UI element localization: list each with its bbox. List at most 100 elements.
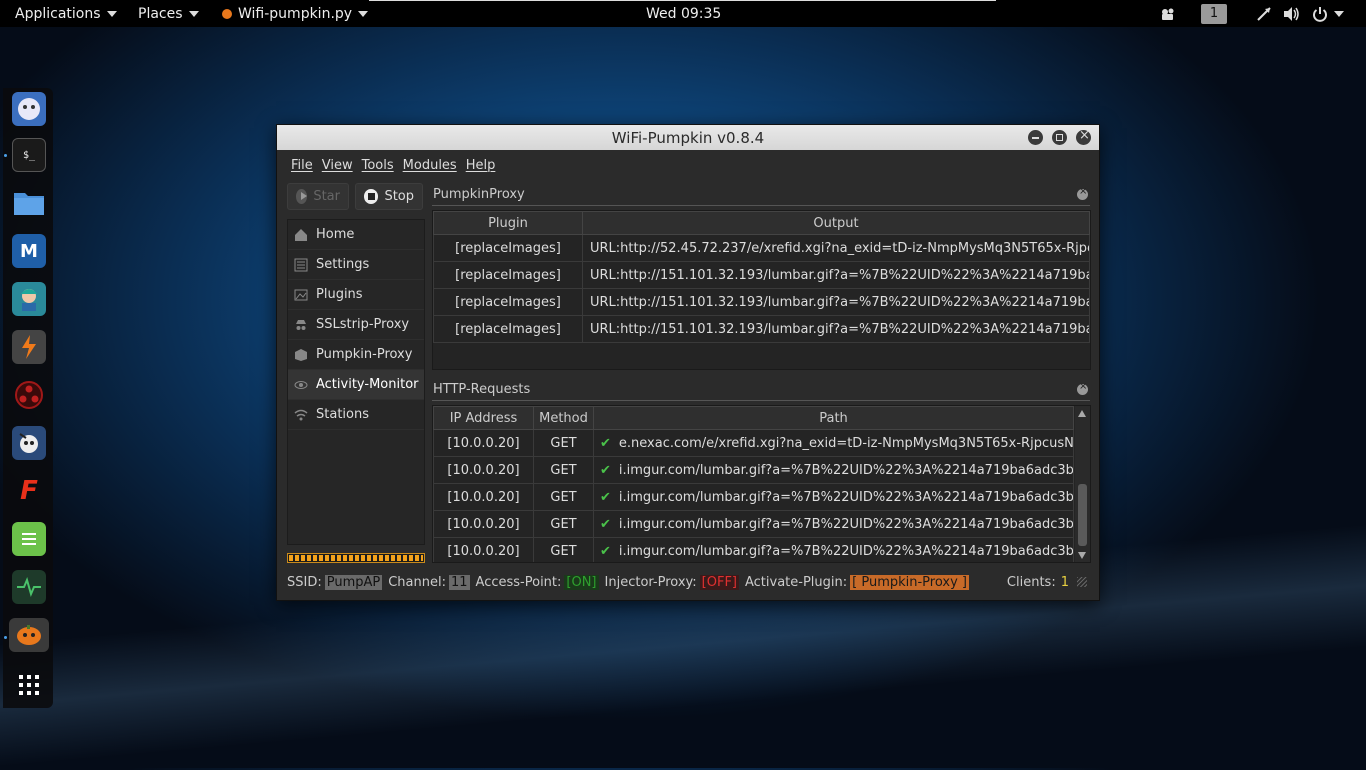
ip-cell: [10.0.0.20] [433, 456, 534, 484]
table-row[interactable]: [10.0.0.20] GET ✔ i.imgur.com/lumbar.gif?… [433, 510, 1074, 538]
sidebar-item-plugins[interactable]: Plugins [288, 280, 424, 310]
system-monitor-icon[interactable] [12, 570, 46, 604]
sidebar-item-activity-monitor[interactable]: Activity-Monitor [288, 370, 424, 400]
camera-icon[interactable] [1160, 0, 1176, 27]
pidgin-icon[interactable] [12, 92, 46, 126]
path-text: e.nexac.com/e/xrefid.xgi?na_exid=tD-iz-N… [618, 435, 1074, 451]
top-bar: Applications Places Wifi-pumpkin.py Wed … [0, 0, 1366, 27]
table-row[interactable]: [10.0.0.20] GET ✔ e.nexac.com/e/xrefid.xg… [433, 429, 1074, 457]
table-row[interactable]: [10.0.0.20] GET ✔ i.imgur.com/lumbar.gif?… [433, 483, 1074, 511]
method-cell: GET [533, 456, 594, 484]
running-indicator [4, 154, 7, 157]
workspace-indicator[interactable]: 1 [1201, 0, 1227, 27]
close-panel-icon[interactable] [1077, 381, 1088, 395]
volume-icon[interactable] [1283, 0, 1301, 27]
menu-modules[interactable]: Modules [403, 158, 457, 173]
files-icon[interactable] [12, 186, 46, 220]
metasploit-icon[interactable]: M [12, 234, 46, 268]
maltego-icon[interactable] [12, 378, 46, 412]
clock[interactable]: Wed 09:35 [646, 0, 721, 27]
maximize-button[interactable] [1052, 130, 1067, 145]
app-menu-label: Wifi-pumpkin.py [238, 5, 353, 22]
ssid-value: PumpAP [324, 574, 383, 590]
app-menu[interactable]: Wifi-pumpkin.py [222, 0, 369, 27]
clients-label: Clients: [1006, 574, 1056, 590]
sidebar-item-home[interactable]: Home [288, 220, 424, 250]
column-header-path[interactable]: Path [593, 406, 1074, 430]
title-bar[interactable]: WiFi-Pumpkin v0.8.4 × [277, 125, 1099, 150]
sidebar-item-label: Home [316, 227, 355, 242]
ip-cell: [10.0.0.20] [433, 510, 534, 538]
menu-tools[interactable]: Tools [362, 158, 394, 173]
close-panel-icon[interactable] [1077, 186, 1088, 200]
eye-icon [294, 380, 308, 389]
sidebar-item-sslstrip-proxy[interactable]: SSLstrip-Proxy [288, 310, 424, 340]
table-row[interactable]: [10.0.0.20] GET ✔ i.imgur.com/lumbar.gif?… [433, 537, 1074, 562]
table-row[interactable]: [replaceImages] URL:http://52.45.72.237/… [433, 234, 1090, 262]
vertical-scrollbar[interactable] [1075, 406, 1090, 562]
armitage-icon[interactable] [12, 282, 46, 316]
pumpkin-icon [222, 8, 232, 19]
wifi-pumpkin-icon[interactable] [9, 618, 49, 652]
plugin-cell: [replaceImages] [433, 234, 583, 262]
activate-plugin-value: [ Pumpkin-Proxy ] [850, 574, 969, 590]
stop-label: Stop [384, 189, 414, 204]
beef-icon[interactable] [12, 426, 46, 460]
settings-icon [294, 258, 308, 271]
scroll-down-icon[interactable] [1078, 552, 1086, 559]
plugins-icon [294, 289, 308, 300]
places-menu[interactable]: Places [138, 0, 199, 27]
sidebar-item-pumpkin-proxy[interactable]: Pumpkin-Proxy [288, 340, 424, 370]
minimize-button[interactable] [1028, 130, 1043, 145]
table-row[interactable]: [replaceImages] URL:http://151.101.32.19… [433, 288, 1090, 316]
ip-cell: [10.0.0.20] [433, 429, 534, 457]
column-header-plugin[interactable]: Plugin [433, 211, 583, 235]
menu-file[interactable]: File [291, 158, 313, 173]
notes-icon[interactable] [12, 522, 46, 556]
chevron-down-icon [188, 10, 199, 17]
stop-button[interactable]: Stop [355, 183, 423, 210]
path-text: i.imgur.com/lumbar.gif?a=%7B%22UID%22%3A… [618, 516, 1074, 532]
ip-cell: [10.0.0.20] [433, 483, 534, 511]
spy-icon [296, 319, 306, 330]
column-header-ip[interactable]: IP Address [433, 406, 534, 430]
channel-value: 11 [449, 574, 470, 590]
places-label: Places [138, 5, 183, 22]
table-row[interactable]: [replaceImages] URL:http://151.101.32.19… [433, 261, 1090, 289]
app-grid-icon[interactable] [12, 668, 46, 702]
check-icon: ✔ [600, 543, 611, 559]
menu-view[interactable]: View [322, 158, 353, 173]
panel-divider [432, 400, 1090, 401]
column-header-output[interactable]: Output [582, 211, 1090, 235]
faraday-icon[interactable]: F [12, 474, 46, 508]
close-button[interactable]: × [1076, 128, 1091, 145]
sidebar: Home Settings Plugins SSLstrip-Proxy Pum… [287, 219, 425, 545]
home-icon [295, 228, 307, 241]
output-cell: URL:http://151.101.32.193/lumbar.gif?a=%… [582, 261, 1090, 289]
menu-help[interactable]: Help [466, 158, 496, 173]
network-icon[interactable] [1256, 0, 1272, 27]
scroll-up-icon[interactable] [1078, 410, 1086, 417]
sidebar-item-settings[interactable]: Settings [288, 250, 424, 280]
sidebar-item-stations[interactable]: Stations [288, 400, 424, 430]
sidebar-item-label: Plugins [316, 287, 363, 302]
start-button[interactable]: Star [287, 183, 349, 210]
panel-divider [432, 205, 1090, 206]
stop-icon [364, 189, 379, 204]
pumpkin-proxy-panel-title: PumpkinProxy [433, 187, 525, 202]
resize-grip-icon[interactable] [1077, 577, 1087, 587]
burpsuite-icon[interactable] [12, 330, 46, 364]
progress-fill [289, 555, 423, 561]
progress-bar [287, 553, 425, 563]
clock-label: Wed 09:35 [646, 5, 722, 22]
applications-menu[interactable]: Applications [15, 0, 117, 27]
column-header-method[interactable]: Method [533, 406, 594, 430]
output-cell: URL:http://151.101.32.193/lumbar.gif?a=%… [582, 288, 1090, 316]
table-row[interactable]: [10.0.0.20] GET ✔ i.imgur.com/lumbar.gif?… [433, 456, 1074, 484]
terminal-icon[interactable]: $_ [12, 138, 46, 172]
power-icon[interactable] [1312, 0, 1344, 27]
window-title: WiFi-Pumpkin v0.8.4 [611, 128, 765, 147]
table-row[interactable]: [replaceImages] URL:http://151.101.32.19… [433, 315, 1090, 343]
scroll-thumb[interactable] [1078, 484, 1087, 546]
path-cell: ✔ i.imgur.com/lumbar.gif?a=%7B%22UID%22%3… [593, 537, 1074, 562]
